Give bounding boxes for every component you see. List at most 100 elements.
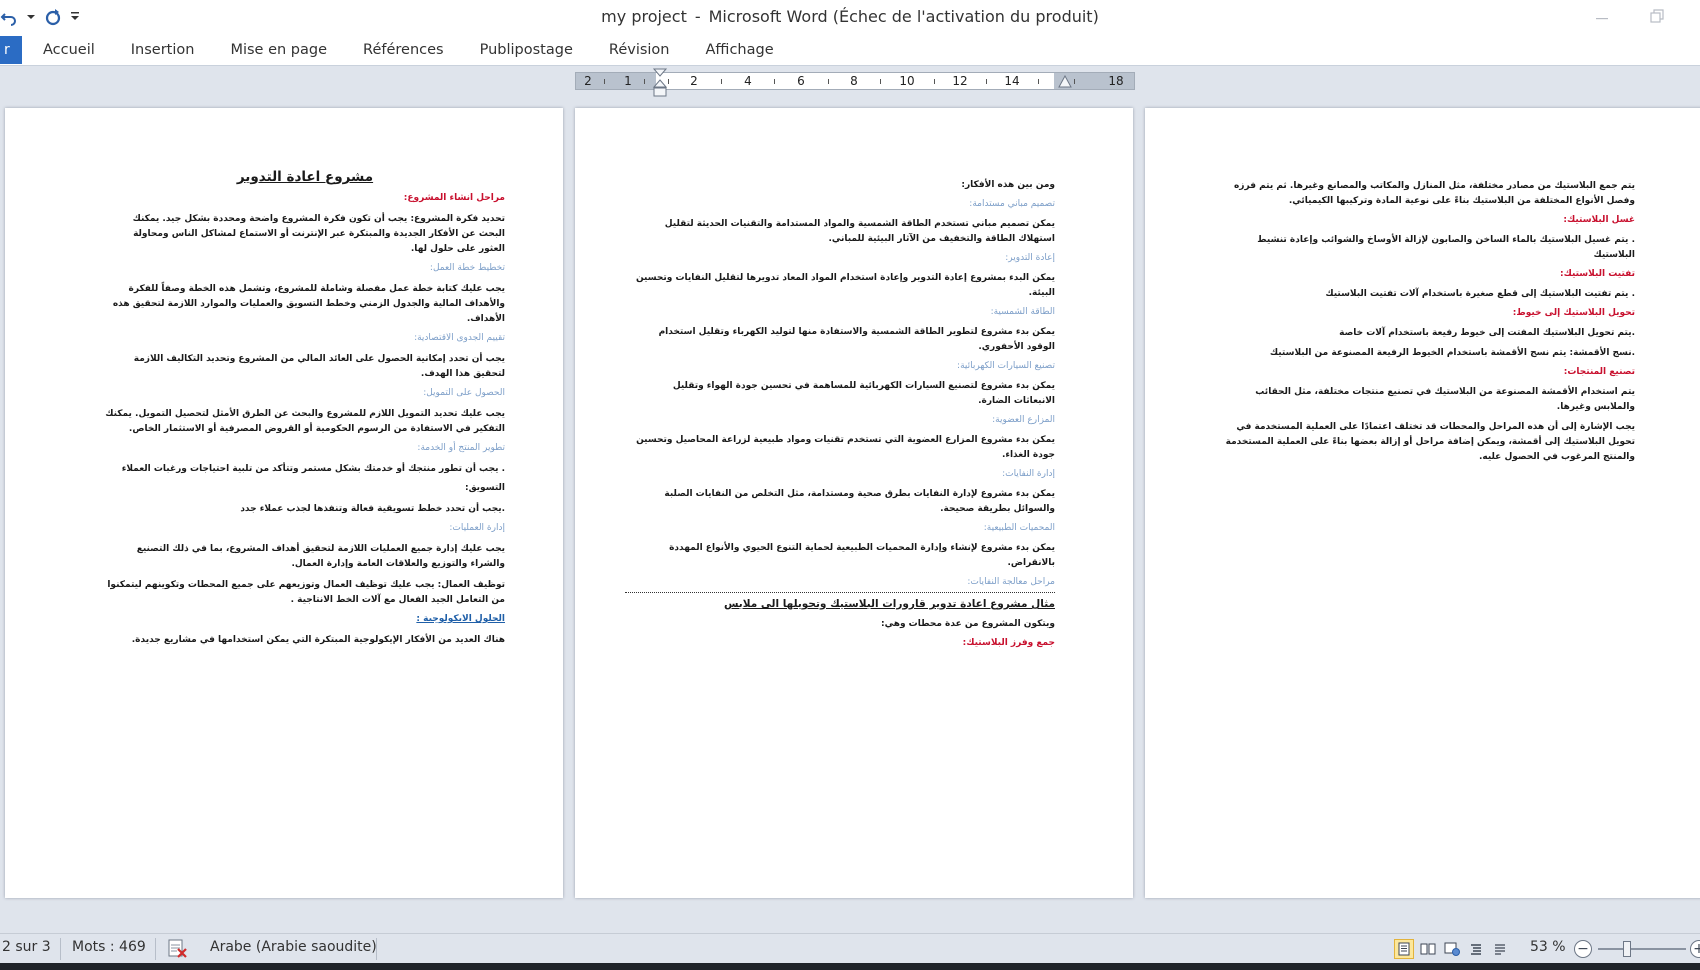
tab-insertion[interactable]: Insertion xyxy=(113,36,213,64)
ruler-tick xyxy=(644,79,645,84)
paragraph: يتم جمع البلاستيك من مصادر مختلفة، مثل ا… xyxy=(1233,181,1635,206)
ruler-tick xyxy=(721,79,722,84)
draft-icon[interactable] xyxy=(1490,939,1510,959)
word-count[interactable]: Mots : 469 xyxy=(72,939,146,955)
section-heading: الحصول على التمويل: xyxy=(423,388,505,398)
ruler-tick xyxy=(668,79,669,84)
section-heading: إدارة العمليات: xyxy=(449,523,505,533)
paragraph: يمكن البدء بمشروع إعادة التدوير وإعادة ا… xyxy=(635,273,1055,298)
paragraph: يمكن بدء مشروع لتطوير الطاقة الشمسية وال… xyxy=(658,327,1055,352)
paragraph: . يجب أن تطور منتجك أو خدمتك بشكل مستمر … xyxy=(121,464,505,474)
page-3-content[interactable]: يتم جمع البلاستيك من مصادر مختلفة، مثل ا… xyxy=(1215,174,1635,469)
tab-publipostage[interactable]: Publipostage xyxy=(462,36,591,64)
section-heading: تطوير المنتج أو الخدمة: xyxy=(417,443,505,453)
section-heading: ومن بين هذه الأفكار: xyxy=(961,180,1055,190)
paragraph: يجب عليك إدارة جميع العمليات اللازمة لتح… xyxy=(136,544,505,569)
ribbon-tab-bar: r Accueil Insertion Mise en page Référen… xyxy=(0,36,1700,66)
ruler-tick xyxy=(604,79,605,84)
page-indicator[interactable]: 2 sur 3 xyxy=(2,939,51,955)
title-separator: - xyxy=(694,7,701,26)
zoom-slider-track[interactable] xyxy=(1598,948,1686,950)
ruler-tick xyxy=(774,79,775,84)
section-heading: تخطيط خطة العمل: xyxy=(429,263,505,273)
section-heading: الحلول الايكولوجية : xyxy=(416,614,505,624)
paragraph: .نسج الأقمشة: يتم نسج الأقمشة باستخدام ا… xyxy=(1269,348,1635,358)
tab-references[interactable]: Références xyxy=(345,36,462,64)
ruler-label: 8 xyxy=(850,74,858,88)
view-buttons xyxy=(1394,939,1510,959)
section-heading: تحويل البلاستيك إلى خيوط: xyxy=(1512,308,1635,318)
paragraph: يجب الإشارة إلى أن هذه المراحل والمحطات … xyxy=(1225,422,1635,462)
section-heading: جمع وفرز البلاستيك: xyxy=(962,638,1055,648)
app-name: Microsoft Word (Échec de l'activation du… xyxy=(708,7,1099,26)
section-heading: غسل البلاستيك: xyxy=(1563,215,1635,225)
ruler-tick xyxy=(934,79,935,84)
tab-revision[interactable]: Révision xyxy=(591,36,688,64)
language-indicator[interactable]: Arabe (Arabie saoudite) xyxy=(210,939,377,955)
paragraph: يمكن تصميم مباني تستخدم الطاقة الشمسية و… xyxy=(664,219,1055,244)
zoom-out-button[interactable]: − xyxy=(1574,940,1592,958)
ruler-label: 4 xyxy=(744,74,752,88)
minimize-icon[interactable] xyxy=(1590,6,1614,26)
section-heading: المزارع العضوية: xyxy=(992,415,1055,425)
window-title: my project - Microsoft Word (Échec de l'ac… xyxy=(0,7,1700,26)
section-heading: مثال مشروع اعادة تدوير قارورات البلاستيك… xyxy=(723,598,1055,610)
section-heading: إدارة النفايات: xyxy=(1002,469,1055,479)
ruler-label: 2 xyxy=(584,74,592,88)
web-layout-icon[interactable] xyxy=(1442,939,1462,959)
section-heading: تصميم مباني مستدامة: xyxy=(969,199,1055,209)
page-3[interactable]: يتم جمع البلاستيك من مصادر مختلفة، مثل ا… xyxy=(1145,108,1700,898)
zoom-slider-thumb[interactable] xyxy=(1623,941,1631,957)
paragraph: توظيف العمال: يجب عليك توظيف العمال وتوز… xyxy=(107,580,505,605)
paragraph: يمكن بدء مشروع المزارع العضوية التي تستخ… xyxy=(636,435,1055,460)
document-title: مشروع اعادة التدوير xyxy=(236,169,374,185)
page-1[interactable]: مشروع اعادة التدوير مراحل انشاء المشروع:… xyxy=(5,108,563,898)
taskbar-edge xyxy=(0,963,1700,970)
full-reading-icon[interactable] xyxy=(1418,939,1438,959)
section-heading: الطاقة الشمسية: xyxy=(990,307,1055,317)
restore-icon[interactable] xyxy=(1645,6,1669,26)
tab-affichage[interactable]: Affichage xyxy=(688,36,792,64)
dotted-separator xyxy=(625,592,1055,593)
section-heading: المحميات الطبيعية: xyxy=(983,523,1055,533)
tab-mise-en-page[interactable]: Mise en page xyxy=(212,36,345,64)
section-heading: تصنيع السيارات الكهربائية: xyxy=(957,361,1055,371)
title-bar: my project - Microsoft Word (Échec de l'ac… xyxy=(0,0,1700,36)
paragraph: ويتكون المشروع من عدة محطات وهي: xyxy=(881,619,1055,629)
zoom-in-button[interactable]: + xyxy=(1690,940,1700,958)
zoom-level[interactable]: 53 % xyxy=(1530,939,1566,955)
status-divider xyxy=(60,938,61,960)
ruler-label: 1 xyxy=(624,74,632,88)
ruler-label: 18 xyxy=(1108,74,1124,88)
section-heading: تقييم الجدوى الاقتصادية: xyxy=(414,333,505,343)
paragraph: يتم استخدام الأقمشة المصنوعة من البلاستي… xyxy=(1255,387,1635,412)
ruler-label: 10 xyxy=(899,74,915,88)
status-divider xyxy=(376,938,377,960)
document-area[interactable]: مشروع اعادة التدوير مراحل انشاء المشروع:… xyxy=(0,108,1700,933)
page-1-content[interactable]: مشروع اعادة التدوير مراحل انشاء المشروع:… xyxy=(105,170,505,652)
paragraph: هناك العديد من الأفكار الإيكولوجية المبت… xyxy=(131,635,505,645)
section-heading: إعادة التدوير: xyxy=(1005,253,1055,263)
page-2[interactable]: ومن بين هذه الأفكار: تصميم مباني مستدامة:… xyxy=(575,108,1133,898)
tab-file[interactable]: r xyxy=(0,36,22,64)
left-indent-marker[interactable] xyxy=(652,68,668,98)
paragraph: . يتم تفتيت البلاستيك إلى قطع صغيرة باست… xyxy=(1325,289,1635,299)
print-layout-icon[interactable] xyxy=(1394,939,1414,959)
paragraph: يمكن بدء مشروع لإنشاء وإدارة المحميات ال… xyxy=(669,543,1055,568)
ruler-label: 14 xyxy=(1004,74,1020,88)
right-indent-marker[interactable] xyxy=(1058,74,1072,88)
paragraph: يمكن بدء مشروع لإدارة النفايات بطرق صحية… xyxy=(664,489,1055,514)
ruler-tick xyxy=(1038,79,1039,84)
tab-accueil[interactable]: Accueil xyxy=(43,36,113,64)
paragraph: .يجب أن تحدد خطط تسويقية فعالة وتنفذها ل… xyxy=(240,504,505,514)
ruler-label: 6 xyxy=(797,74,805,88)
ruler-label: 2 xyxy=(690,74,698,88)
proofing-error-icon[interactable] xyxy=(166,937,188,963)
page-2-content[interactable]: ومن بين هذه الأفكار: تصميم مباني مستدامة:… xyxy=(625,174,1055,651)
outline-icon[interactable] xyxy=(1466,939,1486,959)
section-heading: التسويق: xyxy=(464,483,505,493)
section-heading: مراحل معالجة النفايات: xyxy=(967,577,1055,587)
paragraph: يجب أن تحدد إمكانية الحصول على العائد ال… xyxy=(133,354,505,379)
ruler-tick xyxy=(880,79,881,84)
paragraph: يجب عليك تحديد التمويل اللازم للمشروع وا… xyxy=(105,409,505,434)
